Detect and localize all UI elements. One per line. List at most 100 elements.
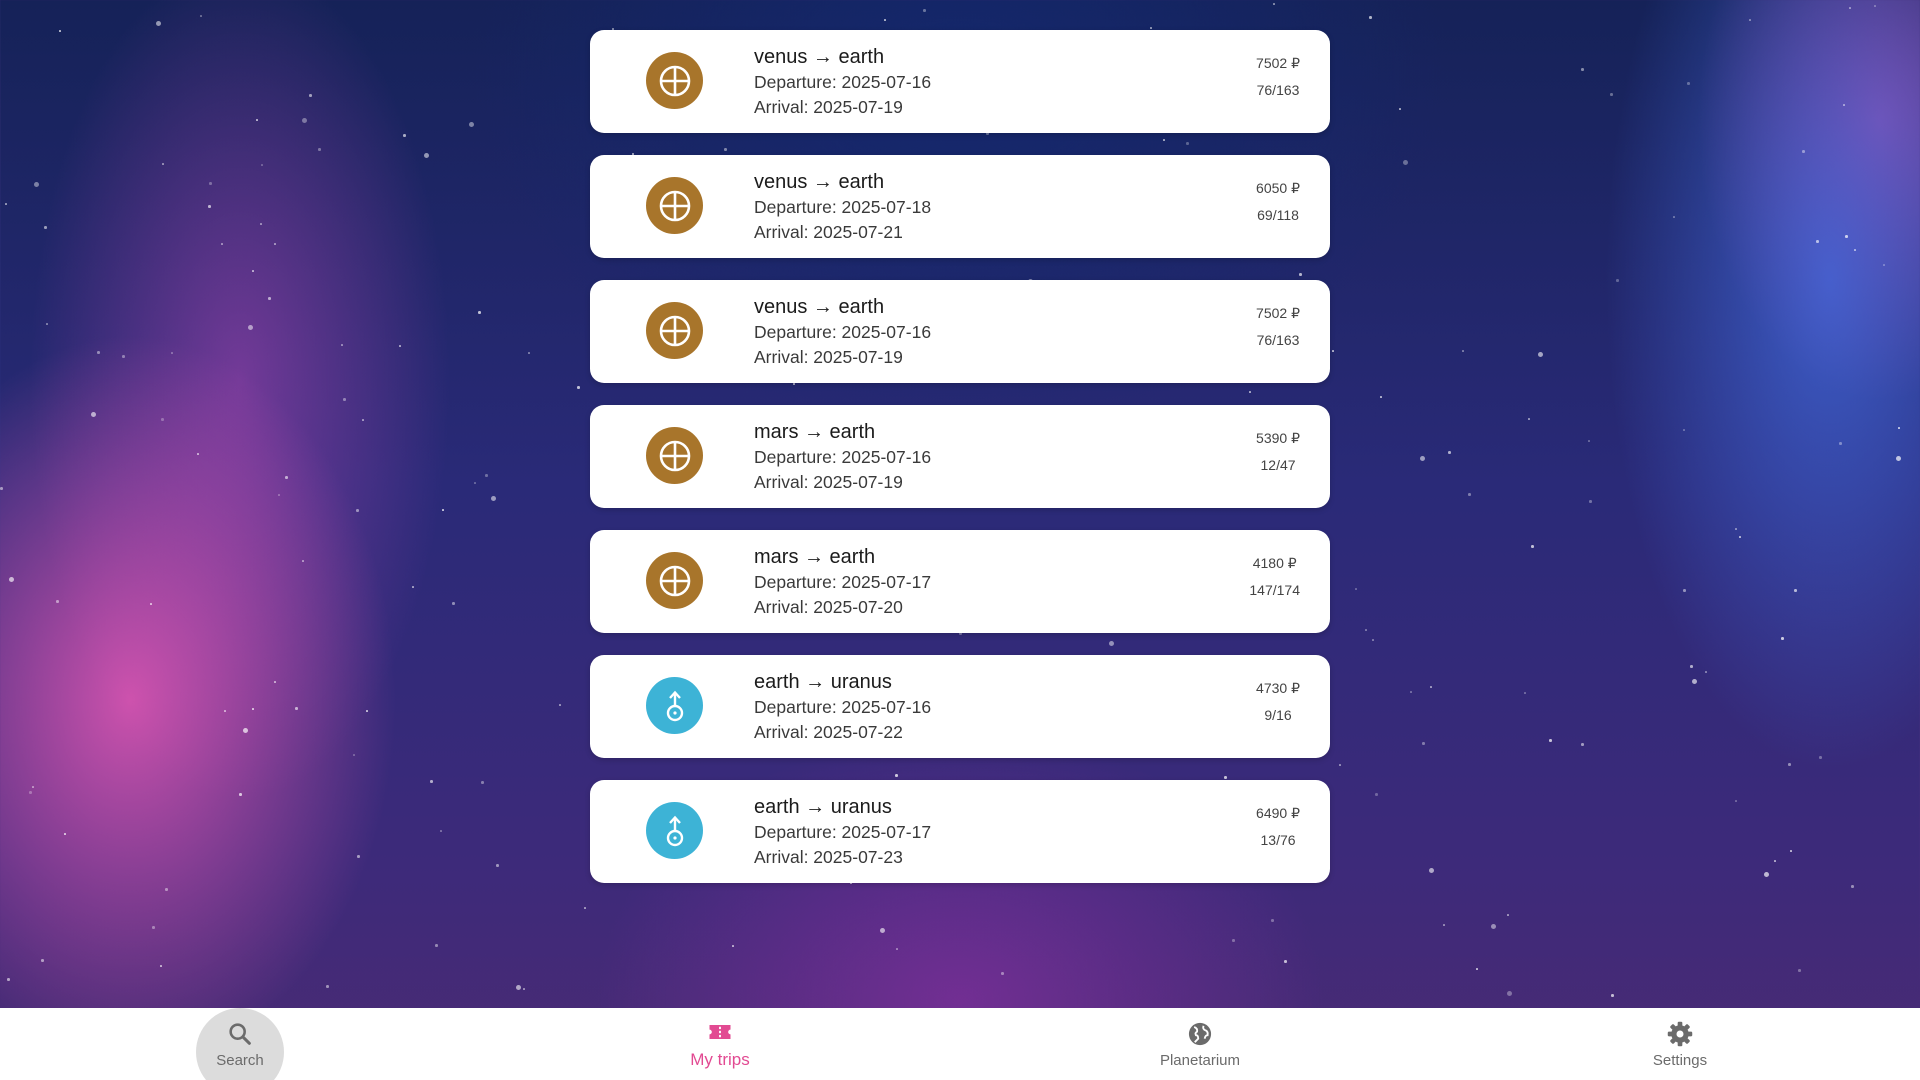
star-dot [9, 577, 14, 582]
star-dot [1476, 968, 1478, 970]
star-dot [1683, 589, 1686, 592]
nav-label: Search [216, 1051, 264, 1069]
trip-card[interactable]: earth → uranus Departure: 2025-07-17 Arr… [590, 780, 1330, 883]
star-dot [1150, 27, 1152, 29]
star-dot [209, 182, 212, 185]
star-dot [1365, 629, 1367, 631]
star-dot [59, 30, 61, 32]
star-dot [1788, 763, 1791, 766]
earth-cross-symbol-icon [646, 177, 703, 234]
star-dot [884, 19, 886, 21]
trip-seats: 13/76 [1260, 832, 1296, 848]
star-dot [1735, 800, 1737, 802]
star-dot [34, 182, 39, 187]
trip-card[interactable]: mars → earth Departure: 2025-07-16 Arriv… [590, 405, 1330, 508]
trip-seats: 69/118 [1257, 207, 1299, 223]
star-dot [1232, 939, 1235, 942]
star-dot [343, 398, 346, 401]
star-dot [1610, 93, 1613, 96]
trip-route: earth → uranus [754, 671, 892, 693]
star-dot [326, 985, 329, 988]
star-dot [452, 602, 455, 605]
star-dot [1845, 235, 1848, 238]
star-dot [171, 352, 173, 354]
trip-card[interactable]: venus → earth Departure: 2025-07-16 Arri… [590, 30, 1330, 133]
star-dot [353, 754, 355, 756]
nav-tab-search[interactable]: Search [0, 1008, 480, 1080]
star-dot [0, 487, 3, 490]
star-dot [252, 270, 254, 272]
star-dot [1690, 665, 1693, 668]
star-dot [252, 708, 254, 710]
star-dot [208, 205, 211, 208]
star-dot [1883, 264, 1885, 266]
star-dot [1355, 588, 1357, 590]
star-dot [64, 833, 66, 835]
trip-card[interactable]: mars → earth Departure: 2025-07-17 Arriv… [590, 530, 1330, 633]
trip-departure: Departure: 2025-07-16 [754, 697, 932, 717]
trip-seats: 9/16 [1264, 707, 1292, 723]
star-dot [442, 509, 444, 511]
star-dot [56, 600, 59, 603]
star-dot [403, 134, 406, 137]
trip-seats: 147/174 [1249, 582, 1300, 598]
star-dot [1372, 639, 1374, 641]
star-dot [1611, 994, 1614, 997]
star-dot [274, 681, 276, 683]
star-dot [197, 453, 199, 455]
star-dot [1739, 536, 1741, 538]
star-dot [1898, 427, 1900, 429]
trip-departure: Departure: 2025-07-16 [754, 447, 932, 467]
star-dot [224, 710, 226, 712]
nav-tab-my-trips[interactable]: My trips [480, 1008, 960, 1080]
trip-card[interactable]: venus → earth Departure: 2025-07-18 Arri… [590, 155, 1330, 258]
star-dot [1790, 850, 1792, 852]
star-dot [584, 907, 586, 909]
star-dot [1849, 7, 1851, 9]
star-dot [1531, 545, 1534, 548]
star-dot [1001, 972, 1004, 975]
star-dot [46, 323, 48, 325]
star-dot [1380, 396, 1382, 398]
earth-cross-symbol-icon [646, 302, 703, 359]
star-dot [1491, 924, 1496, 929]
nav-tab-planetarium[interactable]: Planetarium [960, 1008, 1440, 1080]
star-dot [5, 203, 7, 205]
star-dot [1816, 240, 1819, 243]
trip-arrival: Arrival: 2025-07-19 [754, 472, 903, 492]
star-dot [559, 704, 561, 706]
star-dot [1749, 19, 1751, 21]
star-dot [261, 164, 263, 166]
star-dot [1683, 429, 1685, 431]
earth-cross-symbol-icon [646, 552, 703, 609]
trip-route: mars → earth [754, 546, 876, 568]
star-dot [1819, 756, 1822, 759]
star-dot [491, 496, 496, 501]
star-dot [200, 15, 202, 17]
trip-card[interactable]: earth → uranus Departure: 2025-07-16 Arr… [590, 655, 1330, 758]
trip-route: venus → earth [754, 296, 885, 318]
nav-label: Planetarium [1159, 1051, 1241, 1069]
star-dot [152, 926, 155, 929]
trip-route: venus → earth [754, 46, 885, 68]
star-dot [221, 243, 223, 245]
trip-price: 7502 ₽ [1256, 55, 1300, 71]
trip-arrival: Arrival: 2025-07-20 [754, 597, 903, 617]
star-dot [318, 148, 321, 151]
star-dot [1874, 5, 1876, 7]
star-dot [32, 786, 34, 788]
trip-route: venus → earth [754, 171, 885, 193]
ticket-icon [709, 1025, 731, 1039]
nav-tab-settings[interactable]: Settings [1440, 1008, 1920, 1080]
star-dot [1507, 914, 1509, 916]
star-dot [1339, 764, 1341, 766]
gear-icon [1667, 1021, 1693, 1046]
uranus-symbol-icon [646, 677, 703, 734]
trip-card[interactable]: venus → earth Departure: 2025-07-16 Arri… [590, 280, 1330, 383]
star-dot [1375, 793, 1378, 796]
star-dot [523, 988, 525, 990]
star-dot [1588, 440, 1590, 442]
star-dot [1673, 216, 1675, 218]
star-dot [362, 419, 364, 421]
star-dot [309, 94, 312, 97]
